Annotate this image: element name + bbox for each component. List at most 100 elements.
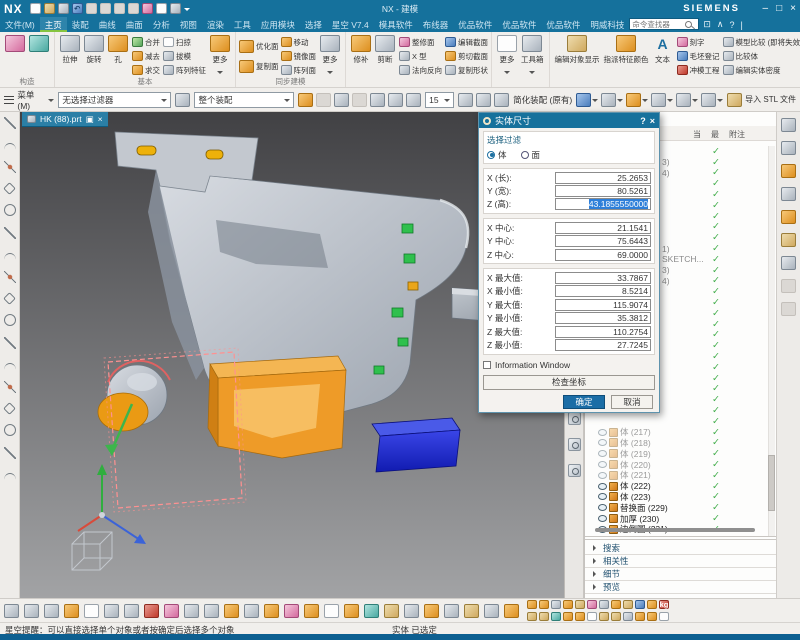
new-file-icon[interactable] — [30, 3, 41, 14]
blue-block-front[interactable] — [376, 430, 460, 472]
ribbon-small-button[interactable]: 拔模 — [163, 49, 206, 63]
repeat-command-icon[interactable] — [142, 3, 153, 14]
cube-gear-icon[interactable] — [264, 604, 279, 618]
visibility-eye-icon[interactable] — [598, 504, 607, 511]
visibility-eye-icon[interactable] — [598, 450, 607, 457]
touch-mode-icon[interactable] — [156, 3, 167, 14]
white-cube-icon[interactable] — [324, 604, 339, 618]
cube-tool-icon[interactable] — [404, 604, 419, 618]
eye-select-icon[interactable] — [676, 93, 691, 107]
ribbon-small-button[interactable]: X 型 — [399, 49, 442, 63]
section-header[interactable]: 搜索 — [585, 542, 776, 555]
mini-tool-icon[interactable] — [539, 600, 549, 609]
orient-view-icon[interactable] — [494, 93, 509, 107]
history-icon[interactable] — [781, 279, 796, 293]
highlight-icon[interactable] — [352, 93, 367, 107]
dialog-close-button[interactable]: × — [650, 116, 655, 126]
flange-slot[interactable] — [137, 146, 156, 155]
tree-row[interactable]: 体 (221) ✓ — [585, 470, 769, 481]
ribbon-button[interactable]: 修补 — [349, 34, 373, 76]
reuse-library-icon[interactable] — [781, 210, 796, 224]
ribbon-small-button[interactable]: 合并 — [132, 35, 160, 49]
studio-spline-icon[interactable] — [4, 271, 16, 283]
visibility-eye-icon[interactable] — [598, 493, 607, 500]
cube-hand-icon[interactable] — [224, 604, 239, 618]
window-tool-icon[interactable] — [24, 604, 39, 618]
mirror-curve-icon[interactable] — [4, 363, 16, 370]
assembly-constraint-icon[interactable] — [4, 143, 16, 150]
value-input[interactable]: 75.6443 — [555, 235, 651, 247]
value-input[interactable]: 25.2653 — [555, 172, 651, 184]
ribbon-more-button[interactable]: 更多 — [318, 34, 342, 76]
ribbon-small-button[interactable]: 刻字 — [677, 35, 720, 49]
tree-row[interactable]: 替换面 (229) ✓ — [585, 502, 769, 513]
mini-tool-icon[interactable] — [647, 612, 657, 621]
menu-tab[interactable]: 曲线 — [94, 17, 121, 32]
radio-body[interactable]: 体 — [487, 149, 507, 161]
full-screen-icon[interactable]: ⊡ — [703, 19, 711, 30]
mini-tool-icon[interactable] — [551, 600, 561, 609]
section-header[interactable]: 细节 — [585, 568, 776, 581]
minimize-button[interactable]: – — [763, 3, 769, 14]
target-point-icon[interactable] — [84, 604, 99, 618]
selection-filter-icon[interactable] — [334, 93, 349, 107]
menu-tab[interactable]: 优品软件 — [541, 17, 585, 32]
menu-tab[interactable]: 布线器 — [418, 17, 454, 32]
fan2-tool-icon[interactable] — [284, 604, 299, 618]
value-input[interactable]: 115.9074 — [555, 299, 651, 311]
open-icon[interactable] — [44, 3, 55, 14]
ribbon-small-button[interactable]: 移动 — [281, 35, 317, 49]
layer-dropdown[interactable]: 15 — [425, 92, 454, 108]
ribbon-button[interactable] — [3, 34, 27, 76]
tree-row[interactable]: 体 (219) ✓ — [585, 448, 769, 459]
vector-tool-icon[interactable] — [144, 604, 159, 618]
paste-icon[interactable] — [128, 3, 139, 14]
tree-horizontal-scrollbar[interactable] — [595, 528, 755, 532]
ok-button[interactable]: 确定 — [563, 395, 605, 409]
ribbon-med-button[interactable]: 优化面 — [239, 36, 279, 56]
ribbon-med-button[interactable]: 复制面 — [239, 56, 279, 76]
ribbon-small-button[interactable]: 整修面 — [399, 35, 442, 49]
fit-view-icon[interactable] — [601, 93, 616, 107]
menu-tab[interactable]: 选择 — [300, 17, 327, 32]
clip-navigator-icon[interactable] — [568, 464, 581, 477]
arc-icon[interactable] — [4, 204, 16, 216]
mini-tool-icon[interactable] — [551, 612, 561, 621]
green-face-tag[interactable] — [392, 308, 403, 317]
menu-tab[interactable]: 明威科技 — [585, 17, 629, 32]
ribbon-button[interactable]: 编辑对象显示 — [553, 34, 602, 76]
pattern-curve-icon[interactable] — [4, 473, 16, 480]
ribbon-button[interactable]: 指派特征颜色 — [602, 34, 651, 76]
green-face-tag[interactable] — [404, 254, 415, 263]
tab-close-icon[interactable]: × — [98, 114, 103, 124]
value-input[interactable]: 69.0000 — [555, 249, 651, 261]
mini-tool-icon[interactable] — [563, 600, 573, 609]
line-icon[interactable] — [3, 182, 16, 195]
ribbon-button[interactable]: A文本 — [651, 34, 675, 76]
menu-tab[interactable]: 主页 — [40, 17, 67, 32]
ribbon-button[interactable]: 旋转 — [82, 34, 106, 76]
command-finder[interactable] — [629, 18, 699, 30]
constraint-navigator-icon[interactable] — [781, 164, 796, 178]
value-input[interactable]: 80.5261 — [555, 185, 651, 197]
snap-point-icon[interactable] — [298, 93, 313, 107]
clip-tool-icon[interactable] — [184, 604, 199, 618]
menu-tab[interactable]: 应用模块 — [256, 17, 300, 32]
mini-tool-icon[interactable] — [539, 612, 549, 621]
section-view-icon[interactable] — [576, 93, 591, 107]
close-button[interactable]: × — [790, 3, 796, 14]
visibility-eye-icon[interactable] — [598, 472, 607, 479]
patch-tool-icon[interactable] — [64, 604, 79, 618]
weight-kg-icon[interactable]: kg — [659, 600, 669, 609]
bridge-curve-icon[interactable] — [3, 402, 16, 415]
value-input[interactable]: 33.7867 — [555, 272, 651, 284]
command-finder-input[interactable] — [632, 20, 684, 29]
mini-tool-icon[interactable] — [611, 600, 621, 609]
rotate-body-icon[interactable] — [104, 604, 119, 618]
house-tool-icon[interactable] — [244, 604, 259, 618]
selection-filter-dropdown[interactable]: 无选择过滤器 — [58, 92, 171, 108]
scrollbar-thumb[interactable] — [768, 455, 775, 511]
menu-tab[interactable]: 模具软件 — [374, 17, 418, 32]
hd3d-tools-icon[interactable] — [781, 233, 796, 247]
value-input[interactable]: 110.2754 — [555, 326, 651, 338]
